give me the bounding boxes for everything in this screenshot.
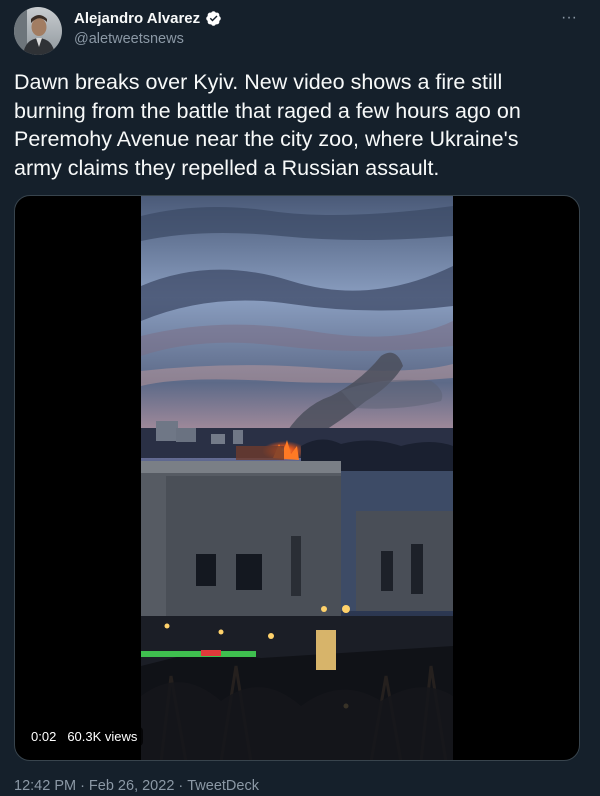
video-duration: 0:02 bbox=[31, 729, 57, 744]
author-handle[interactable]: @aletweetsnews bbox=[74, 31, 222, 47]
video-thumbnail-image bbox=[141, 196, 453, 760]
tweet-time[interactable]: 12:42 PM bbox=[14, 778, 76, 794]
avatar[interactable] bbox=[14, 7, 62, 55]
tweet-footer: 12:42 PM · Feb 26, 2022 · TweetDeck bbox=[14, 778, 259, 794]
tweet-date[interactable]: Feb 26, 2022 bbox=[89, 778, 174, 794]
video-player[interactable]: 0:02 60.3K views bbox=[14, 195, 580, 761]
verified-badge-icon bbox=[205, 10, 222, 27]
name-row: Alejandro Alvarez bbox=[74, 10, 222, 27]
author-block: Alejandro Alvarez @aletweetsnews bbox=[74, 10, 222, 47]
footer-separator: · bbox=[80, 778, 85, 794]
video-meta: 0:02 60.3K views bbox=[25, 727, 144, 746]
person-avatar-image bbox=[14, 7, 62, 55]
video-views: 60.3K views bbox=[67, 729, 138, 744]
video-frame[interactable] bbox=[141, 196, 453, 760]
tweet-text: Dawn breaks over Kyiv. New video shows a… bbox=[14, 70, 521, 180]
display-name[interactable]: Alejandro Alvarez bbox=[74, 10, 200, 27]
more-options-button[interactable]: ··· bbox=[558, 10, 580, 26]
footer-separator: · bbox=[178, 778, 184, 794]
tweet-source[interactable]: TweetDeck bbox=[187, 778, 259, 794]
tweet-card: Alejandro Alvarez @aletweetsnews ··· Daw… bbox=[0, 0, 600, 796]
